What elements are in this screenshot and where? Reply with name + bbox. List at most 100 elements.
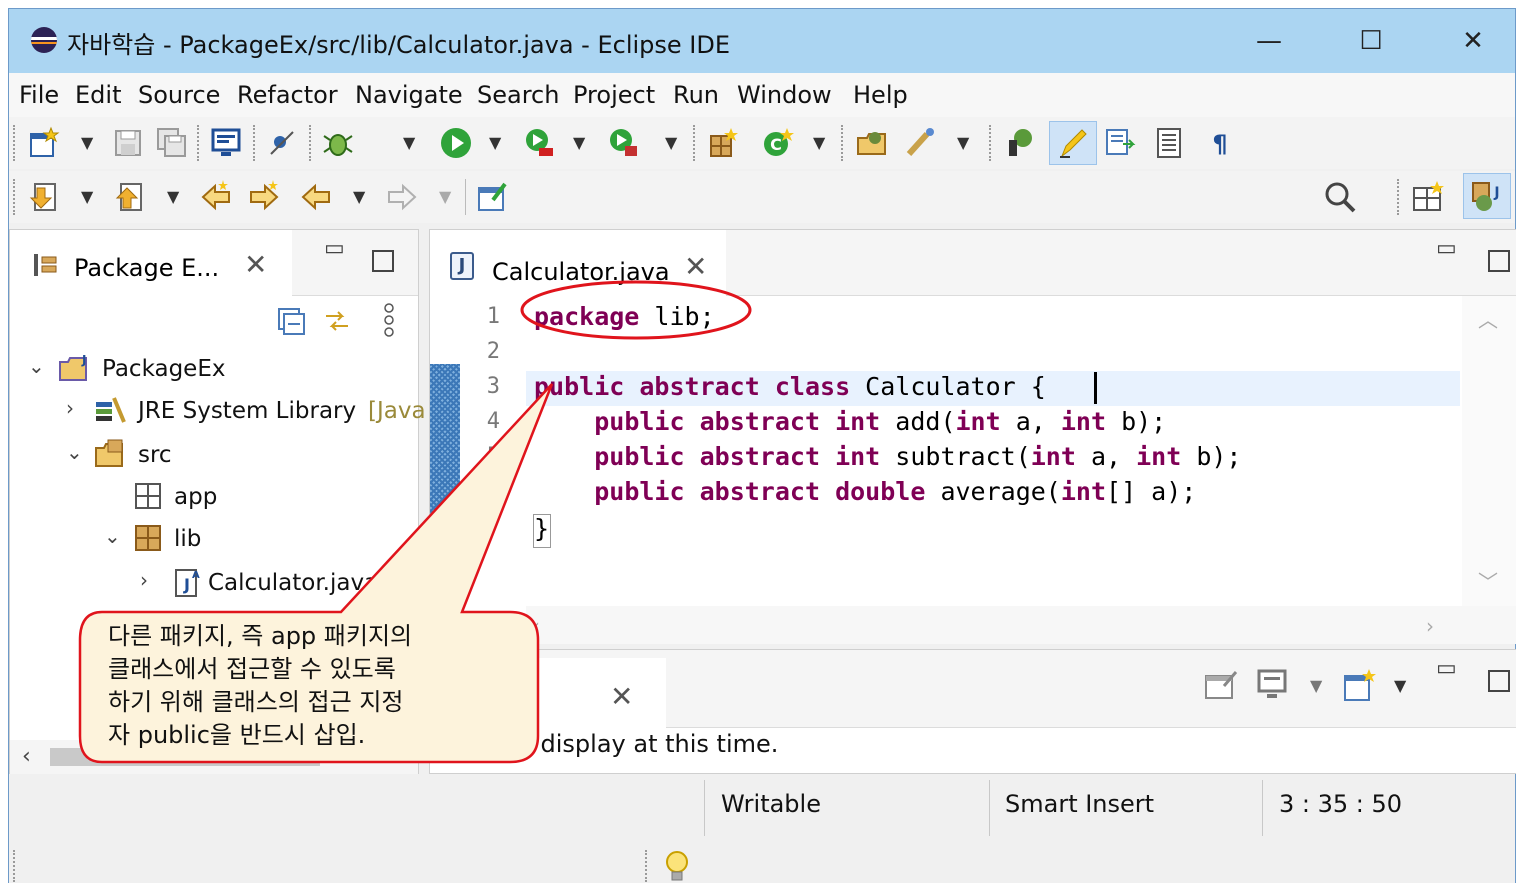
maximize-button[interactable]: ☐ [1321, 9, 1421, 73]
run-dropdown-icon[interactable]: ▼ [489, 133, 501, 152]
menu-project[interactable]: Project [573, 81, 655, 109]
expand-arrow-icon[interactable]: ⌄ [66, 440, 86, 464]
scroll-left-icon[interactable]: ‹ [22, 744, 31, 769]
view-menu-icon[interactable] [382, 302, 396, 338]
new-class-dropdown-icon[interactable]: ▼ [813, 133, 825, 152]
open-console-dropdown-icon[interactable]: ▼ [1394, 676, 1406, 695]
open-terminal-icon[interactable] [209, 126, 243, 160]
last-edit-location-icon[interactable] [199, 180, 233, 214]
coverage-icon[interactable] [523, 126, 557, 160]
menu-run[interactable]: Run [673, 81, 719, 109]
code-line-6[interactable]: public abstract double average(int[] a); [534, 477, 1196, 506]
close-icon[interactable]: ✕ [244, 248, 267, 281]
new-dropdown-icon[interactable]: ▼ [81, 133, 93, 152]
scroll-up-icon[interactable]: ︿ [1478, 304, 1498, 333]
link-with-editor-icon[interactable] [322, 306, 352, 336]
scroll-right-icon[interactable]: › [1426, 614, 1434, 638]
skip-breakpoints-icon[interactable] [265, 126, 299, 160]
tree-item-src[interactable]: ⌄ src [10, 436, 420, 476]
close-icon[interactable]: ✕ [684, 250, 707, 283]
toggle-block-selection-icon[interactable] [1103, 126, 1137, 160]
close-icon[interactable]: ✕ [610, 680, 633, 713]
toolbar-grip [309, 125, 311, 161]
menu-search[interactable]: Search [477, 81, 559, 109]
open-type-icon[interactable] [855, 126, 889, 160]
lightbulb-icon[interactable] [663, 850, 691, 883]
minimize-button[interactable]: — [1219, 9, 1319, 73]
new-java-package-icon[interactable] [705, 126, 739, 160]
back-dropdown-icon[interactable]: ▼ [353, 187, 365, 206]
window-title: 자바학습 - PackageEx/src/lib/Calculator.java… [67, 31, 731, 59]
tab-calculator-java[interactable]: J Calculator.java ✕ [430, 230, 726, 296]
collapse-arrow-icon[interactable]: › [140, 568, 160, 592]
new-icon[interactable] [27, 126, 61, 160]
menu-file[interactable]: File [19, 81, 59, 109]
forward-icon[interactable] [385, 180, 419, 214]
menu-edit[interactable]: Edit [75, 81, 121, 109]
editor-hscrollbar[interactable]: ‹ › [526, 606, 1516, 644]
expand-arrow-icon[interactable]: ⌄ [104, 524, 124, 548]
search-icon[interactable] [1323, 180, 1357, 214]
tree-item-calculator-java[interactable]: › JA Calculator.java [10, 564, 420, 604]
run-icon[interactable] [439, 126, 473, 160]
code-line-5[interactable]: public abstract int subtract(int a, int … [534, 442, 1241, 471]
java-perspective-icon[interactable]: J [1463, 173, 1511, 219]
collapse-all-icon[interactable] [276, 306, 306, 336]
maximize-view-icon[interactable] [372, 250, 394, 272]
editor-vscrollbar[interactable]: ︿ ﹀ [1462, 296, 1516, 606]
minimize-view-icon[interactable]: ▭ [1436, 656, 1457, 681]
code-line-3[interactable]: public abstract class Calculator { [534, 372, 1046, 401]
menu-navigate[interactable]: Navigate [355, 81, 463, 109]
toolbar-grip [197, 125, 199, 161]
minimize-view-icon[interactable]: ▭ [1436, 236, 1457, 261]
open-perspective-icon[interactable] [1411, 180, 1445, 214]
save-icon[interactable] [111, 126, 145, 160]
tree-item-packageex[interactable]: ⌄ J PackageEx [10, 350, 420, 390]
minimize-view-icon[interactable]: ▭ [324, 236, 345, 261]
scroll-down-icon[interactable]: ﹀ [1478, 566, 1498, 595]
menu-source[interactable]: Source [138, 81, 220, 109]
menu-window[interactable]: Window [737, 81, 832, 109]
next-annotation-icon[interactable] [27, 180, 61, 214]
expand-arrow-icon[interactable]: ⌄ [28, 354, 48, 378]
toggle-mark-occurrences-icon[interactable] [1003, 126, 1037, 160]
next-edit-location-icon[interactable] [247, 180, 281, 214]
tree-item-jre-system-library[interactable]: › JRE System Library [Java [10, 392, 426, 432]
pilcrow-icon[interactable]: ¶ [1203, 126, 1237, 160]
tab-package-explorer[interactable]: Package E... ✕ [10, 230, 292, 296]
search-dropdown-icon[interactable]: ▼ [957, 133, 969, 152]
debug-dropdown-icon[interactable]: ▼ [403, 133, 415, 152]
display-console-dropdown-icon[interactable]: ▼ [1310, 676, 1322, 695]
display-console-icon[interactable] [1256, 668, 1290, 702]
open-console-icon[interactable] [1342, 668, 1378, 704]
coverage-dropdown-icon[interactable]: ▼ [573, 133, 585, 152]
tree-item-lib[interactable]: ⌄ lib [10, 520, 420, 560]
maximize-view-icon[interactable] [1488, 670, 1510, 692]
previous-annotation-dropdown-icon[interactable]: ▼ [167, 187, 179, 206]
external-tools-icon[interactable] [607, 126, 641, 160]
code-line-1[interactable]: package lib; [534, 302, 715, 331]
debug-icon[interactable] [321, 126, 355, 160]
status-separator [704, 780, 705, 836]
code-line-4[interactable]: public abstract int add(int a, int b); [534, 407, 1166, 436]
save-all-icon[interactable] [155, 126, 189, 160]
menu-help[interactable]: Help [853, 81, 908, 109]
collapse-arrow-icon[interactable]: › [66, 396, 86, 420]
pin-editor-icon[interactable] [475, 180, 509, 214]
search-brush-icon[interactable] [903, 126, 937, 160]
close-button[interactable]: ✕ [1423, 9, 1516, 73]
external-tools-dropdown-icon[interactable]: ▼ [665, 133, 677, 152]
line-number: 2 [486, 339, 500, 364]
menu-refactor[interactable]: Refactor [237, 81, 338, 109]
forward-dropdown-icon[interactable]: ▼ [439, 187, 451, 206]
previous-annotation-icon[interactable] [113, 180, 147, 214]
next-annotation-dropdown-icon[interactable]: ▼ [81, 187, 93, 206]
show-whitespace-icon[interactable] [1153, 126, 1187, 160]
scroll-left-icon[interactable]: ‹ [532, 614, 540, 638]
maximize-view-icon[interactable] [1488, 250, 1510, 272]
toggle-highlight-icon[interactable] [1049, 121, 1097, 165]
back-icon[interactable] [299, 180, 333, 214]
pin-console-icon[interactable] [1204, 668, 1240, 702]
tree-item-app[interactable]: app [10, 478, 420, 518]
new-java-class-icon[interactable]: C [761, 126, 795, 160]
